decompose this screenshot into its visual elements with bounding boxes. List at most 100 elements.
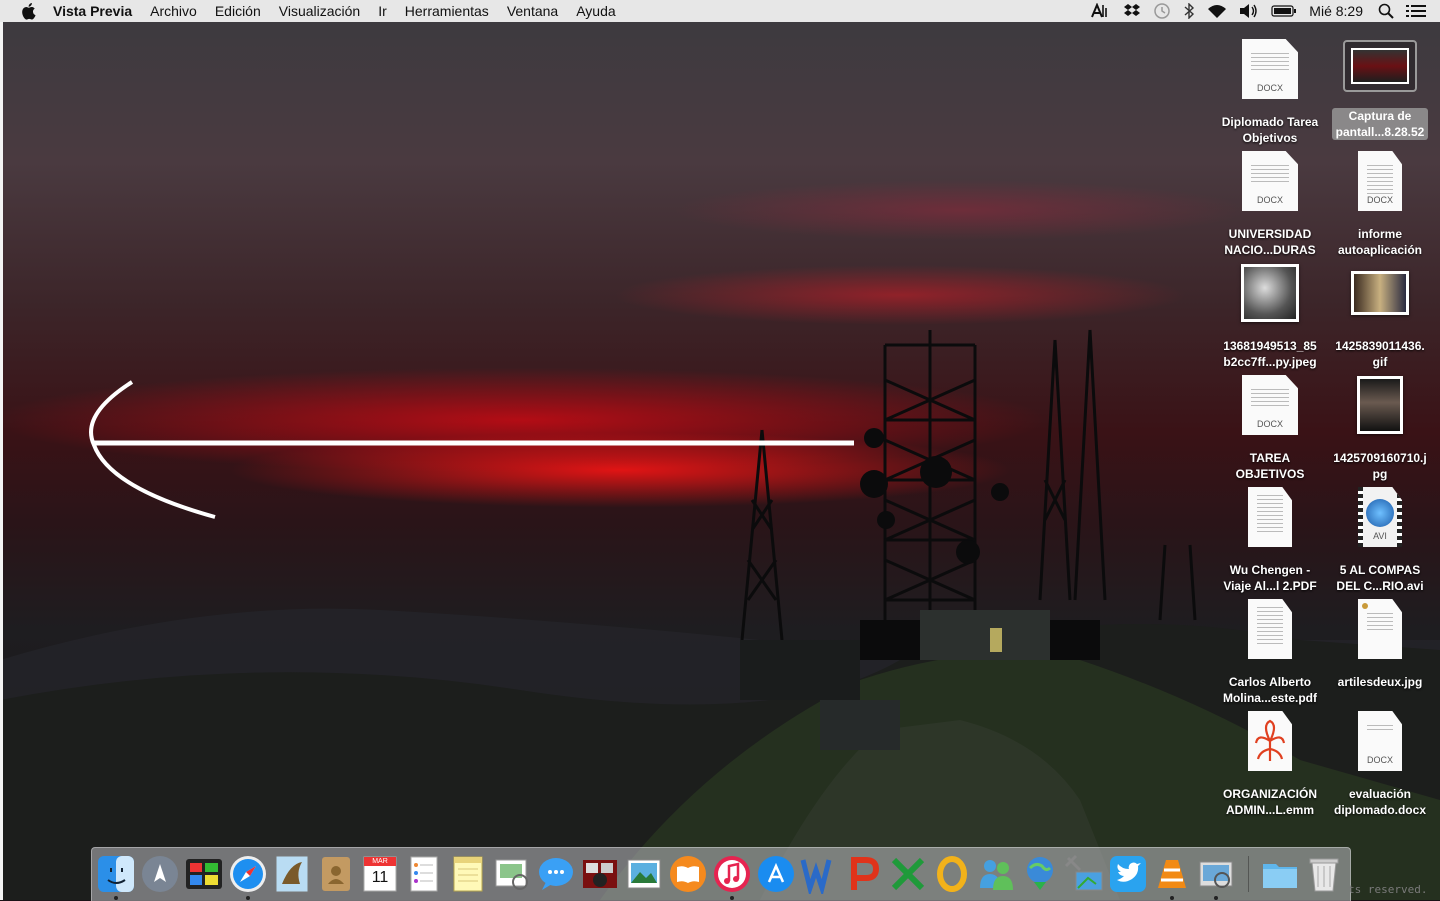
file-label: 13681949513_85 b2cc7ff...py.jpeg	[1223, 339, 1317, 369]
menu-edicion[interactable]: Edición	[206, 3, 270, 19]
dock-separator	[1248, 856, 1249, 892]
image-file-icon	[1357, 376, 1403, 434]
time-machine-icon[interactable]	[1153, 2, 1171, 20]
desktop-file-carlos-alberto-pdf[interactable]: Carlos Alberto Molina...este.pdf	[1215, 594, 1325, 706]
desktop-file-tarea-objetivos[interactable]: DOCX TAREA OBJETIVOS	[1215, 370, 1325, 482]
pdf-file-icon	[1248, 487, 1292, 547]
desktop-file-organizacion-emm[interactable]: ORGANIZACIÓN ADMIN...L.emm	[1215, 706, 1325, 818]
dock: MAR 11	[91, 847, 1351, 901]
desktop-file-jpg-1425709160710[interactable]: 1425709160710.j pg	[1325, 370, 1435, 482]
desktop-file-avi[interactable]: AVI 5 AL COMPAS DEL C...RIO.avi	[1325, 482, 1435, 594]
file-label: 1425839011436. gif	[1335, 339, 1425, 369]
status-bar: Mié 8:29	[1085, 0, 1440, 22]
file-label: Wu Chengen - Viaje Al...l 2.PDF	[1223, 563, 1317, 593]
messenger-icon[interactable]	[976, 854, 1016, 894]
desktop-file-captura[interactable]: Captura de pantall...8.28.52	[1325, 28, 1435, 140]
messages-icon[interactable]	[536, 854, 576, 894]
battery-icon[interactable]	[1271, 4, 1297, 18]
image-file-icon	[1241, 264, 1299, 322]
desktop-file-diplomado-tarea[interactable]: DOCX Diplomado Tarea Objetivos	[1215, 34, 1325, 146]
avi-file-icon: AVI	[1358, 487, 1402, 547]
outlook-icon[interactable]	[932, 854, 972, 894]
file-label: 5 AL COMPAS DEL C...RIO.avi	[1336, 563, 1424, 593]
reminders-icon[interactable]	[404, 854, 444, 894]
twitter-icon[interactable]	[1108, 854, 1148, 894]
bluetooth-icon[interactable]	[1183, 3, 1195, 19]
menu-visualizacion[interactable]: Visualización	[270, 3, 369, 19]
image-capture-icon[interactable]	[1196, 854, 1236, 894]
downloader-globe-icon[interactable]	[1020, 854, 1060, 894]
file-label: UNIVERSIDAD NACIO...DURAS	[1224, 227, 1316, 257]
emm-file-icon	[1248, 711, 1292, 771]
adobe-icon[interactable]	[1091, 3, 1111, 19]
docx-file-icon: DOCX	[1358, 711, 1402, 771]
file-label: 1425709160710.j pg	[1333, 451, 1427, 481]
launchpad-icon[interactable]	[140, 854, 180, 894]
desktop-file-universidad[interactable]: DOCX UNIVERSIDAD NACIO...DURAS	[1215, 146, 1325, 258]
finder-icon[interactable]	[96, 854, 136, 894]
screenshot-thumbnail-icon	[1343, 40, 1417, 92]
trash-icon[interactable]	[1304, 854, 1344, 894]
menu-ir[interactable]: Ir	[369, 3, 396, 19]
preview-eagle-icon[interactable]	[272, 854, 312, 894]
downloads-folder-icon[interactable]	[1260, 854, 1300, 894]
apple-menu-icon[interactable]	[20, 2, 36, 20]
dropbox-icon[interactable]	[1123, 3, 1141, 19]
file-label: informe autoaplicación	[1337, 227, 1423, 257]
file-label: artilesdeux.jpg	[1337, 675, 1423, 689]
notes-icon[interactable]	[448, 854, 488, 894]
desktop-file-wu-chengen-pdf[interactable]: Wu Chengen - Viaje Al...l 2.PDF	[1215, 482, 1325, 594]
vlc-icon[interactable]	[1152, 854, 1192, 894]
running-indicator	[1214, 896, 1218, 900]
docx-file-icon: DOCX	[1358, 151, 1402, 211]
docx-file-icon: DOCX	[1242, 151, 1298, 211]
menubar-clock[interactable]: Mié 8:29	[1309, 3, 1363, 19]
file-label: Diplomado Tarea Objetivos	[1221, 115, 1319, 145]
app-store-icon[interactable]	[756, 854, 796, 894]
contacts-icon[interactable]	[316, 854, 356, 894]
preview-icon[interactable]	[492, 854, 532, 894]
ibooks-icon[interactable]	[668, 854, 708, 894]
excel-icon[interactable]	[888, 854, 928, 894]
running-indicator	[730, 896, 734, 900]
menu-ayuda[interactable]: Ayuda	[567, 3, 624, 19]
running-indicator	[1170, 896, 1174, 900]
itunes-icon[interactable]	[712, 854, 752, 894]
file-label: Carlos Alberto Molina...este.pdf	[1222, 675, 1317, 705]
calendar-icon[interactable]: MAR 11	[360, 854, 400, 894]
desktop-file-jpeg-13681949513[interactable]: 13681949513_85 b2cc7ff...py.jpeg	[1215, 258, 1325, 370]
file-label: evaluación diplomado.docx	[1333, 787, 1426, 817]
calendar-day: 11	[371, 869, 389, 886]
powerpoint-icon[interactable]	[844, 854, 884, 894]
running-indicator	[114, 896, 118, 900]
spotlight-icon[interactable]	[1378, 3, 1394, 19]
file-label: Captura de pantall...8.28.52	[1331, 108, 1429, 140]
calendar-month: MAR	[372, 858, 388, 865]
wallpaper-copyright: ts reserved.	[1348, 883, 1428, 896]
file-label: TAREA OBJETIVOS	[1235, 451, 1305, 481]
desktop-file-informe[interactable]: DOCX informe autoaplicación	[1325, 146, 1435, 258]
docx-file-icon: DOCX	[1242, 375, 1298, 435]
photo-booth-icon[interactable]	[580, 854, 620, 894]
menu-ventana[interactable]: Ventana	[498, 3, 567, 19]
desktop-file-evaluacion-diplomado[interactable]: DOCX evaluación diplomado.docx	[1325, 706, 1435, 818]
file-label: ORGANIZACIÓN ADMIN...L.emm	[1223, 787, 1317, 817]
iphoto-icon[interactable]	[624, 854, 664, 894]
menu-app-name[interactable]: Vista Previa	[53, 3, 141, 19]
network-icon[interactable]	[1064, 854, 1104, 894]
arrow-annotation	[89, 380, 854, 519]
menu-archivo[interactable]: Archivo	[141, 3, 206, 19]
notification-center-icon[interactable]	[1406, 4, 1426, 18]
docx-file-icon: DOCX	[1242, 39, 1298, 99]
desktop-file-artilesdeux[interactable]: artilesdeux.jpg	[1325, 594, 1435, 690]
mission-control-icon[interactable]	[184, 854, 224, 894]
volume-icon[interactable]	[1239, 3, 1259, 19]
running-indicator	[246, 896, 250, 900]
desktop-file-gif-1425839011436[interactable]: 1425839011436. gif	[1325, 258, 1435, 370]
image-file-icon	[1358, 599, 1402, 659]
image-file-icon	[1351, 271, 1409, 315]
wifi-icon[interactable]	[1207, 3, 1227, 19]
word-icon[interactable]	[800, 854, 840, 897]
safari-icon[interactable]	[228, 854, 268, 894]
menu-herramientas[interactable]: Herramientas	[396, 3, 498, 19]
